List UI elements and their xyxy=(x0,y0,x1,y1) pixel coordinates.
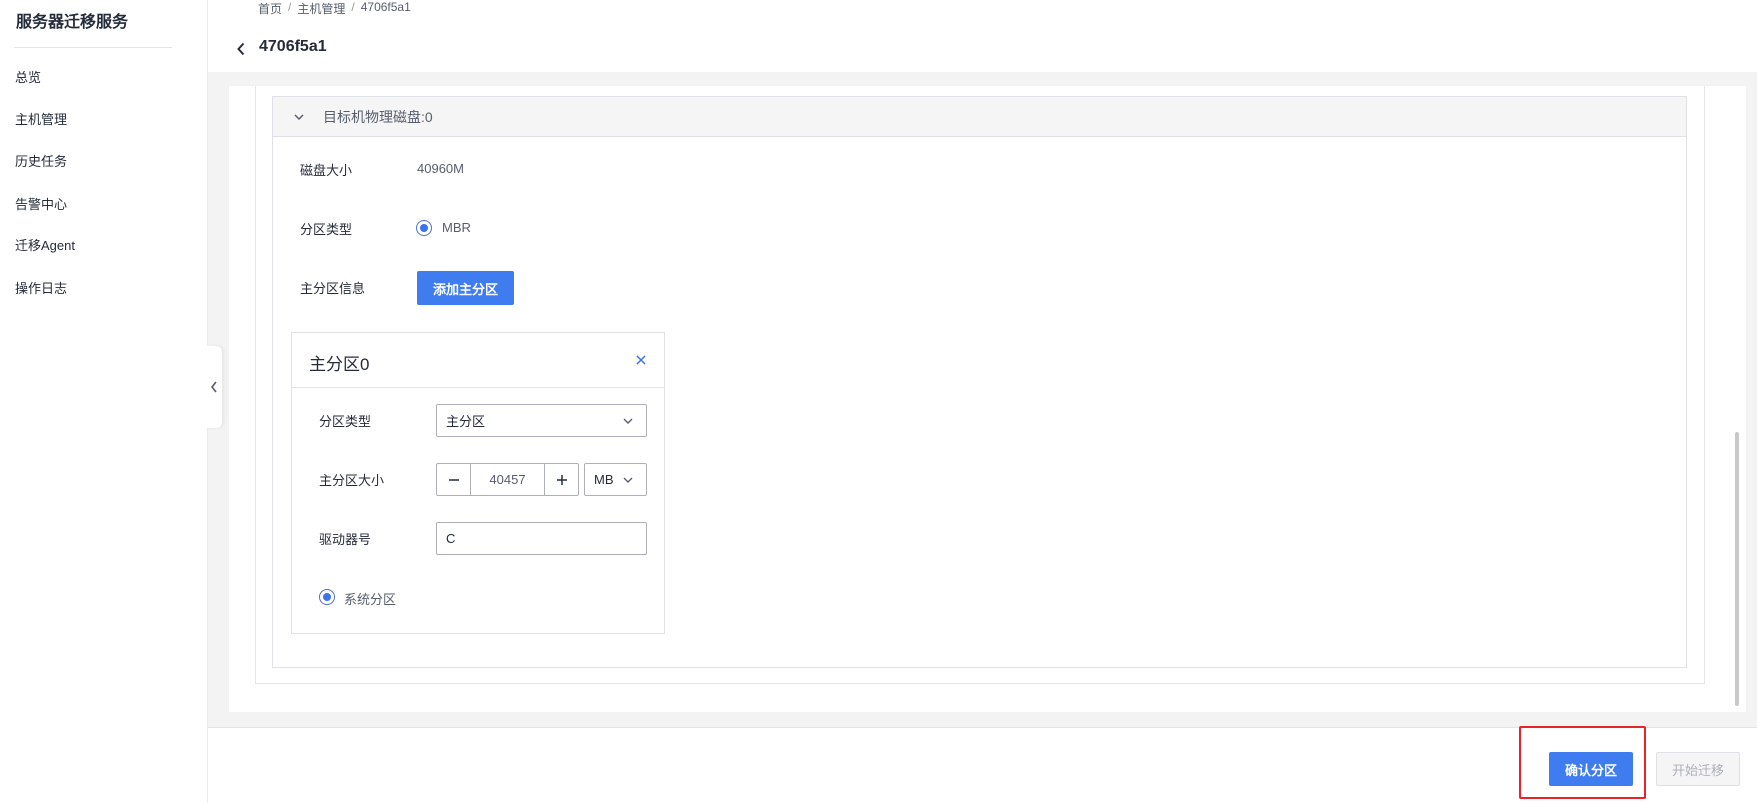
page-footer xyxy=(208,727,1757,803)
chevron-down-icon xyxy=(622,415,634,427)
back-arrow-icon xyxy=(237,42,245,56)
breadcrumb: 首页 / 主机管理 / 4706f5a1 xyxy=(258,0,411,17)
size-unit-select[interactable]: MB xyxy=(584,463,647,496)
chevron-down-icon xyxy=(622,474,634,486)
sidebar-item-overview[interactable]: 总览 xyxy=(15,67,41,86)
partition-size-value[interactable]: 40457 xyxy=(471,464,544,495)
breadcrumb-separator: / xyxy=(288,0,292,14)
page-header: 首页 / 主机管理 / 4706f5a1 4706f5a1 xyxy=(208,0,1757,72)
sidebar-divider xyxy=(14,47,172,48)
sidebar-item-history-tasks[interactable]: 历史任务 xyxy=(15,151,67,170)
mbr-radio-label: MBR xyxy=(442,220,471,235)
confirm-partition-button[interactable]: 确认分区 xyxy=(1549,752,1633,786)
mbr-radio[interactable] xyxy=(416,220,432,236)
decrement-button[interactable] xyxy=(437,464,471,495)
primary-partition-info-label: 主分区信息 xyxy=(300,281,366,296)
chevron-down-icon xyxy=(293,110,307,124)
increment-button[interactable] xyxy=(544,464,578,495)
sidebar-item-host-management[interactable]: 主机管理 xyxy=(15,109,67,128)
disk-section-title: 目标机物理磁盘:0 xyxy=(323,108,433,125)
system-partition-radio[interactable] xyxy=(319,589,335,605)
sidebar-item-alarm-center[interactable]: 告警中心 xyxy=(15,194,67,213)
disk-size-label: 磁盘大小 xyxy=(300,163,353,178)
disk-partition-type-label: 分区类型 xyxy=(300,222,353,237)
partition-type-value: 主分区 xyxy=(446,414,486,429)
partition-card-header: 主分区0 xyxy=(292,333,664,388)
partition-type-select[interactable]: 主分区 xyxy=(436,404,647,437)
sidebar-item-migration-agent[interactable]: 迁移Agent xyxy=(15,235,75,254)
breadcrumb-host-management[interactable]: 主机管理 xyxy=(297,0,345,17)
scrollbar-thumb[interactable] xyxy=(1735,432,1739,706)
size-unit-value: MB xyxy=(594,472,614,487)
disk-section-header[interactable]: 目标机物理磁盘:0 xyxy=(273,97,1686,137)
back-button[interactable] xyxy=(232,40,250,58)
sidebar-item-operation-log[interactable]: 操作日志 xyxy=(15,278,67,297)
add-primary-partition-button[interactable]: 添加主分区 xyxy=(417,271,514,305)
plus-icon xyxy=(556,474,567,485)
drive-letter-label: 驱动器号 xyxy=(319,532,372,547)
breadcrumb-separator: / xyxy=(351,0,355,14)
partition-size-stepper: 40457 xyxy=(436,463,579,496)
breadcrumb-current: 4706f5a1 xyxy=(360,0,411,14)
system-partition-label: 系统分区 xyxy=(344,592,397,607)
chevron-left-icon xyxy=(210,381,217,393)
drive-letter-input[interactable]: C xyxy=(436,522,647,555)
close-icon[interactable] xyxy=(634,353,648,367)
breadcrumb-home[interactable]: 首页 xyxy=(258,0,282,17)
partition-type-label: 分区类型 xyxy=(319,414,372,429)
start-migration-button[interactable]: 开始迁移 xyxy=(1656,752,1740,786)
page-title: 4706f5a1 xyxy=(259,38,327,55)
app-title: 服务器迁移服务 xyxy=(16,14,129,31)
disk-size-value: 40960M xyxy=(417,161,464,176)
sidebar-collapse-button[interactable] xyxy=(206,346,222,428)
sidebar: 服务器迁移服务 总览 主机管理 历史任务 告警中心 迁移Agent 操作日志 xyxy=(0,0,208,803)
partition-size-label: 主分区大小 xyxy=(319,473,385,488)
minus-icon xyxy=(448,478,459,481)
partition-card-title: 主分区0 xyxy=(309,355,370,374)
